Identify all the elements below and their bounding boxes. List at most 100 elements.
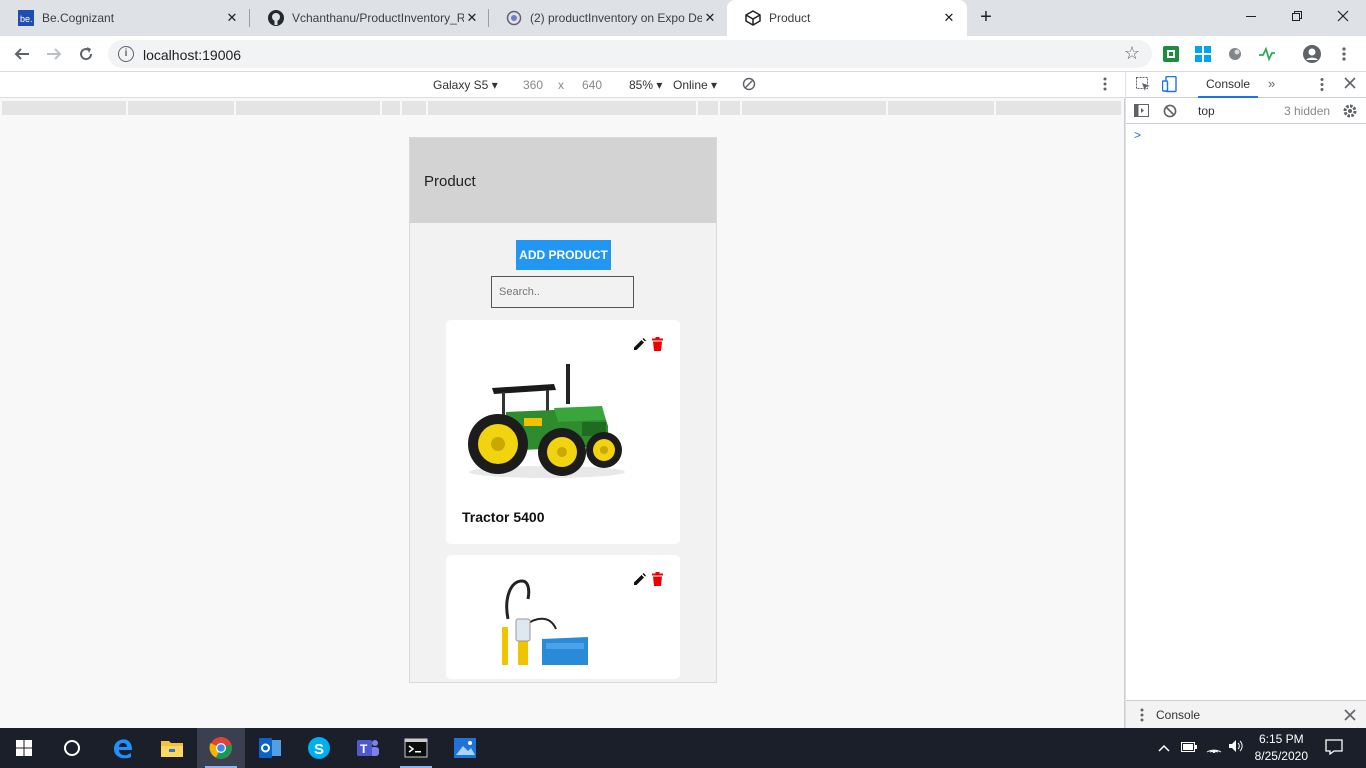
- throttle-select[interactable]: Online ▾: [673, 78, 717, 92]
- close-icon[interactable]: ✕: [941, 10, 957, 26]
- sprayer-image: [502, 579, 588, 665]
- wifi-icon[interactable]: [1206, 739, 1222, 756]
- console-toolbar: top 3 hidden: [1126, 99, 1366, 124]
- profile-avatar-icon[interactable]: [1302, 44, 1322, 64]
- inspect-element-icon[interactable]: [1136, 77, 1151, 95]
- svg-text:T: T: [360, 742, 368, 756]
- device-frame: Product ADD PRODUCT Search.. Tractor 540…: [409, 137, 717, 683]
- tab-title: Product: [769, 11, 811, 25]
- new-tab-button[interactable]: +: [976, 7, 996, 28]
- context-select[interactable]: top: [1198, 104, 1215, 118]
- device-name: Galaxy S5: [433, 78, 489, 92]
- edge-icon[interactable]: [99, 728, 147, 768]
- system-clock[interactable]: 6:15 PM 8/25/2020: [1255, 731, 1308, 765]
- device-toolbar-menu-icon[interactable]: [1103, 76, 1107, 95]
- device-width[interactable]: 360: [523, 78, 543, 92]
- close-devtools-icon[interactable]: [1344, 77, 1356, 92]
- tab-title: (2) productInventory on Expo De: [530, 11, 702, 25]
- devtools-menu-icon[interactable]: [1320, 77, 1324, 95]
- browser-tab[interactable]: (2) productInventory on Expo De ✕: [488, 0, 728, 36]
- forward-arrow-icon: [47, 48, 62, 60]
- start-windows-icon[interactable]: [0, 728, 48, 768]
- delete-trash-icon[interactable]: [650, 571, 664, 587]
- zoom-level: 85%: [629, 78, 654, 92]
- media-query-bar[interactable]: [2, 101, 1123, 115]
- hidden-count: 3 hidden: [1284, 104, 1331, 118]
- file-explorer-icon[interactable]: [148, 728, 196, 768]
- drawer-menu-icon[interactable]: [1140, 708, 1144, 725]
- reload-icon: [80, 47, 93, 61]
- back-button[interactable]: [8, 40, 36, 68]
- zoom-select[interactable]: 85% ▾: [629, 78, 662, 92]
- info-icon[interactable]: i: [118, 46, 134, 62]
- devtools-panel: Console » top 3 hidden > Console: [1126, 72, 1366, 728]
- chrome-icon[interactable]: [197, 728, 245, 768]
- photos-icon[interactable]: [441, 728, 489, 768]
- app-header: Product: [410, 138, 716, 223]
- edit-pencil-icon[interactable]: [632, 571, 646, 587]
- device-toolbar: Galaxy S5 ▾ 360 x 640 85% ▾ Online ▾: [0, 72, 1125, 98]
- product-card[interactable]: Tractor 5400: [446, 320, 680, 544]
- github-icon: [268, 10, 284, 26]
- more-tabs-icon[interactable]: »: [1268, 76, 1275, 91]
- devtools-drawer: Console: [1126, 700, 1366, 728]
- svg-text:be.: be.: [20, 14, 33, 24]
- close-window-button[interactable]: [1320, 0, 1366, 32]
- console-settings-gear-icon[interactable]: [1342, 103, 1358, 122]
- browser-tab[interactable]: Vchanthanu/ProductInventory_Re ✕: [250, 0, 490, 36]
- url-text: localhost:19006: [143, 47, 242, 63]
- browser-tab[interactable]: be. Be.Cognizant ✕: [0, 0, 250, 36]
- notifications-icon[interactable]: [1325, 739, 1343, 758]
- menu-kebab-icon[interactable]: [1334, 44, 1354, 64]
- windows-taskbar: S T 6:15 PM 8/25/2020: [0, 728, 1366, 768]
- sidebar-toggle-icon[interactable]: [1134, 104, 1149, 120]
- search-input[interactable]: [491, 276, 634, 308]
- skype-icon[interactable]: S: [295, 728, 343, 768]
- close-icon[interactable]: ✕: [702, 10, 718, 26]
- edit-pencil-icon[interactable]: [632, 336, 646, 352]
- reload-button[interactable]: [72, 40, 100, 68]
- close-icon[interactable]: ✕: [224, 10, 240, 26]
- tab-strip: be. Be.Cognizant ✕ Vchanthanu/ProductInv…: [0, 0, 1366, 36]
- product-card[interactable]: [446, 555, 680, 679]
- console-prompt[interactable]: >: [1134, 128, 1141, 142]
- add-product-button[interactable]: ADD PRODUCT: [516, 240, 611, 270]
- devtools-tabbar: Console »: [1126, 72, 1366, 98]
- product-name: Tractor 5400: [462, 509, 545, 525]
- forward-button[interactable]: [40, 40, 68, 68]
- battery-icon[interactable]: [1181, 740, 1197, 755]
- browser-toolbar: i localhost:19006 ☆: [0, 36, 1366, 72]
- minimize-button[interactable]: [1228, 0, 1274, 32]
- delete-trash-icon[interactable]: [650, 336, 664, 352]
- svg-text:S: S: [314, 741, 324, 758]
- dimension-times: x: [558, 78, 564, 92]
- tray-chevron-up-icon[interactable]: [1158, 740, 1170, 755]
- terminal-icon[interactable]: [392, 728, 440, 768]
- page-viewport: Galaxy S5 ▾ 360 x 640 85% ▾ Online ▾ Pro…: [0, 72, 1125, 728]
- device-select[interactable]: Galaxy S5 ▾: [433, 78, 498, 92]
- teams-icon[interactable]: T: [344, 728, 392, 768]
- expo-box-icon: [745, 10, 761, 26]
- outlook-icon[interactable]: [246, 728, 294, 768]
- restore-button[interactable]: [1274, 0, 1320, 32]
- device-height[interactable]: 640: [582, 78, 602, 92]
- close-icon[interactable]: ✕: [464, 10, 480, 26]
- browser-tab-active[interactable]: Product ✕: [727, 0, 967, 36]
- clear-console-icon[interactable]: [1163, 104, 1177, 121]
- page-title: Product: [424, 173, 476, 190]
- device-toggle-icon[interactable]: [1161, 75, 1177, 96]
- drawer-tab-console[interactable]: Console: [1156, 708, 1200, 722]
- extension-wave-icon[interactable]: [1257, 44, 1277, 64]
- volume-icon[interactable]: [1228, 739, 1244, 756]
- close-drawer-icon[interactable]: [1344, 709, 1356, 724]
- search-circle-icon[interactable]: [48, 728, 96, 768]
- rotate-disabled-icon[interactable]: [742, 77, 756, 94]
- clock-time: 6:15 PM: [1258, 732, 1304, 746]
- extension-circle-icon[interactable]: [1225, 44, 1245, 64]
- address-bar[interactable]: i localhost:19006 ☆: [108, 40, 1152, 68]
- windows-extension-icon[interactable]: [1193, 44, 1213, 64]
- tab-console[interactable]: Console: [1198, 72, 1259, 98]
- bookmark-star-icon[interactable]: ☆: [1124, 43, 1140, 64]
- extension-green-icon[interactable]: [1161, 44, 1181, 64]
- clock-date: 8/25/2020: [1254, 749, 1308, 763]
